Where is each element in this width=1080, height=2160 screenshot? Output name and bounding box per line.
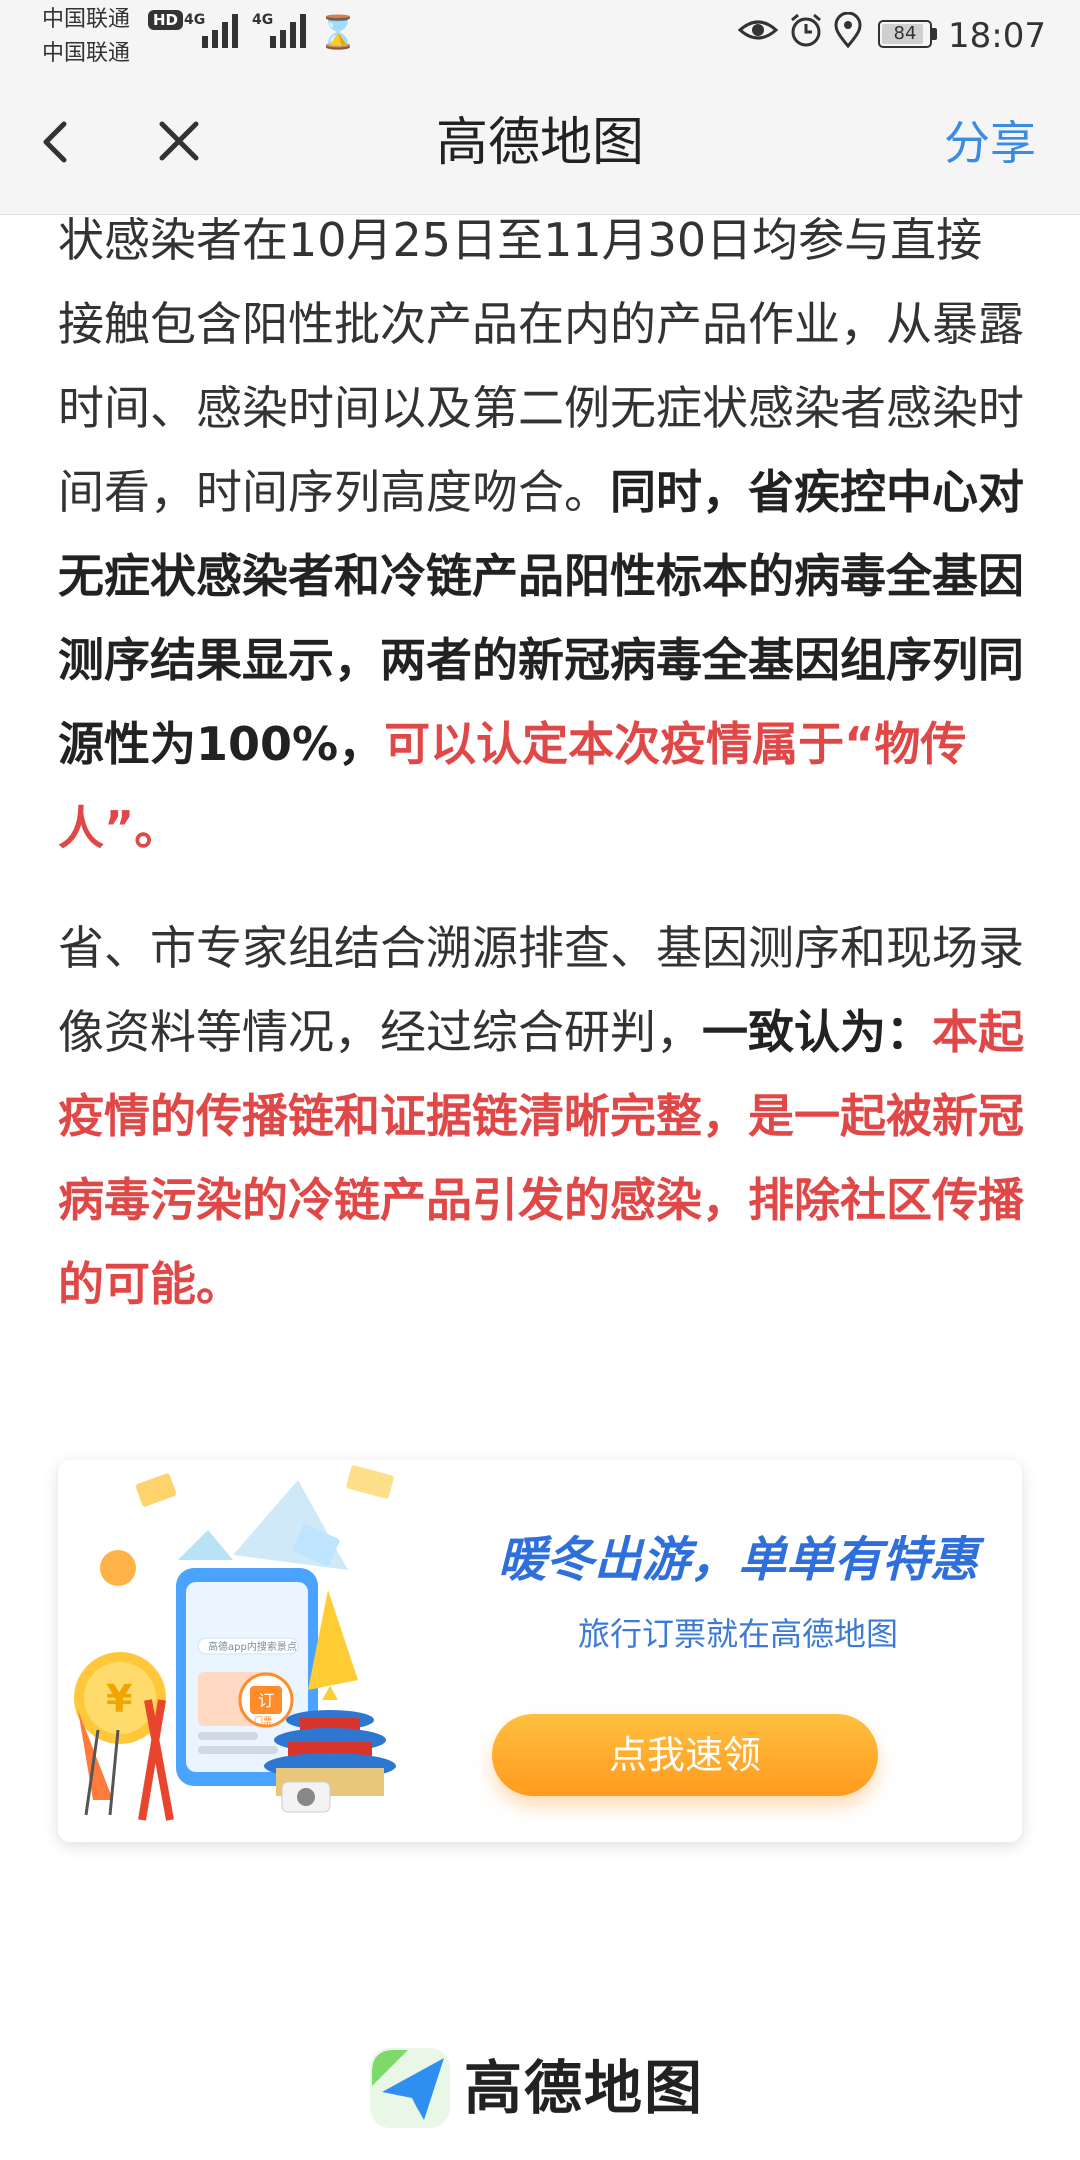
footer-brand-logo: 高德地图 xyxy=(368,2046,728,2136)
brand-name: 高德地图 xyxy=(464,2054,705,2122)
back-icon[interactable] xyxy=(34,108,78,176)
page-title: 高德地图 xyxy=(435,113,644,173)
travel-illustration: 高德app内搜索景点 订 门票 ¥ xyxy=(74,1465,396,1821)
promo-subtitle: 旅行订票就在高德地图 xyxy=(577,1615,898,1653)
battery-icon: 84 xyxy=(878,20,932,48)
phone-search-text: 高德app内搜索景点 xyxy=(208,1640,297,1653)
article-paragraph-1: 状感染者在10月25日至11月30日均参与直接接触包含阳性批次产品在内的产品作业… xyxy=(58,198,1028,870)
ticket-sub-label: 门票 xyxy=(254,1715,272,1727)
article-paragraph-2: 省、市专家组结合溯源排查、基因测序和现场录像资料等情况，经过综合研判，一致认为：… xyxy=(58,906,1028,1326)
paragraph-2-bold: 一致认为： xyxy=(702,1005,932,1059)
status-bar: 中国联通 中国联通 HD 4G 4G ⌛ 84 18:07 xyxy=(0,0,1080,72)
amap-logo-icon xyxy=(370,2048,450,2128)
coin-symbol: ¥ xyxy=(106,1677,132,1721)
alarm-icon xyxy=(788,12,824,55)
hd-badge: HD xyxy=(148,10,184,30)
nav-bar: 高德地图 分享 xyxy=(0,72,1080,215)
promo-headline: 暖冬出游，单单有特惠 xyxy=(497,1532,978,1588)
claim-coupon-button[interactable]: 点我速领 xyxy=(492,1714,878,1796)
eye-icon xyxy=(737,12,779,55)
status-time: 18:07 xyxy=(948,16,1046,56)
ticket-label: 订 xyxy=(258,1691,274,1710)
close-icon[interactable] xyxy=(154,116,204,166)
article-body: 状感染者在10月25日至11月30日均参与直接接触包含阳性批次产品在内的产品作业… xyxy=(58,198,1028,1326)
promo-banner[interactable]: 高德app内搜索景点 订 门票 ¥ 暖冬出游，单单有特惠 旅行订票就在高德地图 … xyxy=(58,1460,1022,1842)
battery-nub xyxy=(932,28,937,40)
share-button[interactable]: 分享 xyxy=(944,110,1036,176)
location-icon xyxy=(834,11,862,55)
carrier-label-1: 中国联通 xyxy=(42,7,131,32)
hourglass-icon: ⌛ xyxy=(318,13,358,51)
battery-level: 84 xyxy=(893,23,917,44)
carrier-label-2: 中国联通 xyxy=(42,41,131,66)
